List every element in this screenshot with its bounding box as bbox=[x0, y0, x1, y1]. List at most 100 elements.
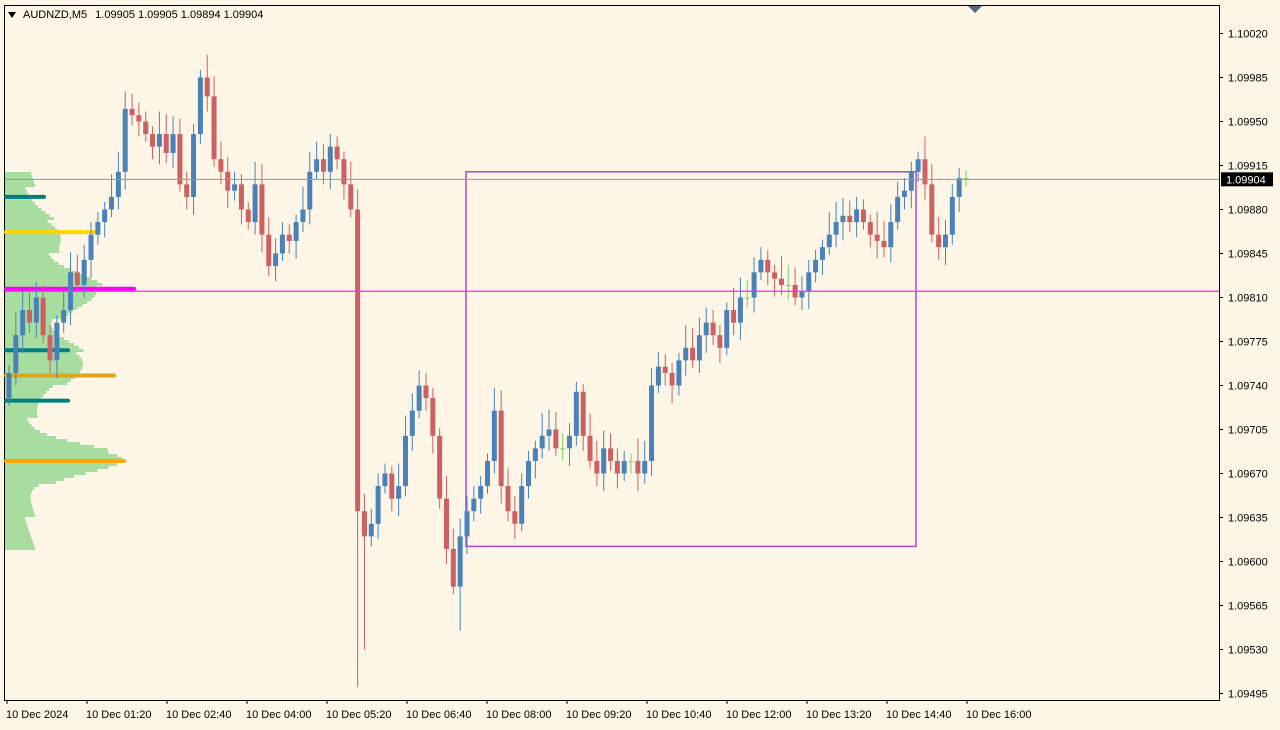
volume-profile-bar bbox=[5, 238, 61, 241]
candle-body bbox=[273, 253, 279, 267]
candle-body bbox=[833, 222, 839, 235]
y-tick-label: 1.09775 bbox=[1228, 337, 1268, 349]
volume-profile-bar bbox=[5, 250, 60, 253]
volume-profile-bar bbox=[5, 436, 56, 439]
candle-body bbox=[368, 523, 374, 537]
candle-body bbox=[416, 385, 422, 411]
candle-body bbox=[457, 536, 463, 587]
candle-body bbox=[88, 234, 94, 260]
volume-profile-bar bbox=[5, 484, 39, 487]
volume-profile-bar bbox=[5, 523, 28, 526]
candle-body bbox=[437, 435, 443, 499]
volume-profile-bar bbox=[5, 508, 34, 511]
candle-body bbox=[218, 159, 224, 172]
y-tick-label: 1.09845 bbox=[1228, 249, 1268, 261]
volume-profile-bar bbox=[5, 268, 71, 271]
candle-body bbox=[758, 259, 764, 273]
candle-body bbox=[580, 391, 586, 436]
volume-profile-bar bbox=[5, 478, 64, 481]
volume-profile-bar bbox=[5, 427, 35, 430]
candle-body bbox=[95, 222, 101, 235]
candle-body bbox=[225, 171, 231, 191]
candle-body bbox=[382, 473, 388, 487]
y-tick-label: 1.09740 bbox=[1228, 381, 1268, 393]
candle-body bbox=[587, 435, 593, 461]
volume-profile-bar bbox=[5, 451, 109, 454]
volume-profile-bar bbox=[5, 418, 28, 421]
candle-body bbox=[252, 184, 258, 223]
candle-body bbox=[806, 272, 812, 292]
volume-profile-bar bbox=[5, 424, 32, 427]
candle-body bbox=[109, 196, 115, 210]
candle-body bbox=[608, 448, 614, 461]
candle-body bbox=[430, 398, 436, 436]
candle-body bbox=[245, 209, 251, 223]
candle-body bbox=[6, 372, 12, 399]
candle-body bbox=[888, 222, 894, 248]
candle-body bbox=[143, 121, 149, 135]
candle-body bbox=[27, 310, 33, 323]
chart-window[interactable]: AUDNZD,M5 1.09905 1.09905 1.09894 1.0990… bbox=[0, 0, 1280, 730]
volume-profile-bar bbox=[5, 529, 30, 532]
y-tick-label: 1.09705 bbox=[1228, 425, 1268, 437]
y-tick-label: 1.09915 bbox=[1228, 161, 1268, 173]
volume-profile-bar bbox=[5, 433, 47, 436]
y-tick-label: 1.09565 bbox=[1228, 601, 1268, 613]
candle-body bbox=[150, 134, 156, 147]
candle-body bbox=[81, 259, 87, 285]
candle-body bbox=[854, 209, 860, 223]
candle-body bbox=[649, 385, 655, 461]
candle-body bbox=[355, 209, 361, 512]
candle-body bbox=[361, 511, 367, 537]
x-tick-label: 10 Dec 2024 bbox=[6, 709, 68, 721]
volume-profile-bar bbox=[5, 331, 56, 334]
price-chart[interactable]: 1.09904 1.10020 1.09985 1.09950 1.09915 1.09… bbox=[0, 0, 1280, 730]
candle-body bbox=[717, 335, 723, 348]
volume-profile-bar bbox=[5, 226, 56, 229]
volume-profile-bar bbox=[5, 205, 39, 208]
y-tick-label: 1.09530 bbox=[1228, 645, 1268, 657]
volume-profile-bar bbox=[5, 532, 31, 535]
volume-profile-bar bbox=[5, 256, 51, 259]
candle-body bbox=[614, 460, 620, 474]
volume-profile-bar bbox=[5, 448, 108, 451]
candle-body bbox=[785, 284, 791, 286]
volume-profile-bar bbox=[5, 439, 68, 442]
candle-body bbox=[901, 190, 907, 197]
volume-profile-bar bbox=[5, 454, 118, 457]
y-tick-label: 1.09985 bbox=[1228, 73, 1268, 85]
candle-body bbox=[560, 448, 566, 450]
volume-profile-bar bbox=[5, 241, 61, 244]
volume-profile-bar bbox=[5, 475, 74, 478]
candle-body bbox=[546, 429, 552, 436]
candle-body bbox=[314, 159, 320, 172]
candle-body bbox=[731, 310, 737, 323]
candle-body bbox=[20, 310, 26, 336]
x-tick-label: 10 Dec 01:20 bbox=[86, 709, 151, 721]
candle-body bbox=[553, 429, 559, 449]
candle-body bbox=[526, 460, 532, 487]
candle-body bbox=[669, 372, 675, 386]
volume-profile-bar bbox=[5, 421, 29, 424]
volume-profile-bar bbox=[5, 220, 48, 223]
candle-body bbox=[772, 272, 778, 279]
x-tick-label: 10 Dec 12:00 bbox=[726, 709, 791, 721]
volume-profile-bar bbox=[5, 247, 60, 250]
candle-body bbox=[642, 460, 648, 474]
candle-body bbox=[594, 460, 600, 474]
candle-body bbox=[949, 196, 955, 235]
y-tick-label: 1.09810 bbox=[1228, 293, 1268, 305]
volume-profile-bar bbox=[5, 490, 33, 493]
volume-profile-bar bbox=[5, 283, 103, 286]
candle-body bbox=[696, 335, 702, 361]
volume-profile-bar bbox=[5, 382, 68, 385]
volume-profile-bar bbox=[5, 184, 36, 187]
candle-body bbox=[402, 435, 408, 487]
candle-body bbox=[47, 335, 53, 361]
candle-body bbox=[184, 184, 190, 197]
y-tick-label: 1.09635 bbox=[1228, 513, 1268, 525]
candle-body bbox=[136, 115, 142, 122]
candle-body bbox=[177, 134, 183, 185]
candle-body bbox=[724, 310, 730, 348]
volume-profile-bar bbox=[5, 409, 37, 412]
